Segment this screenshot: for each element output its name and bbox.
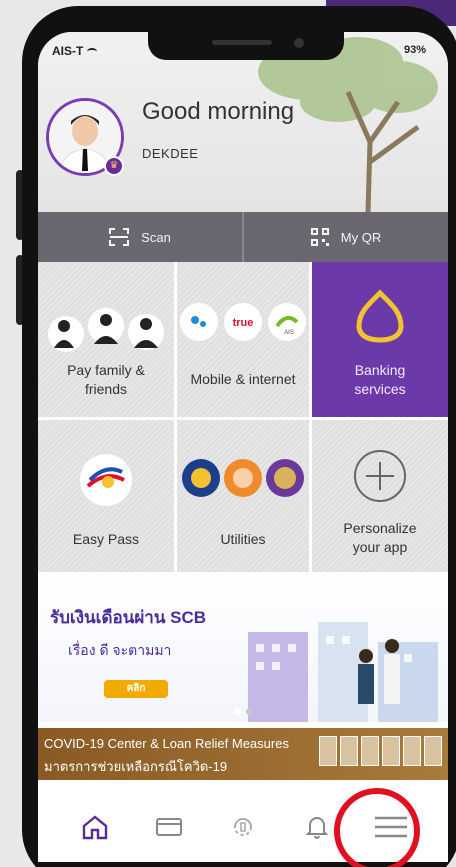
- tile-mobile-internet[interactable]: true AIS Mobile & internet: [177, 262, 309, 417]
- battery-label: 93%: [403, 44, 426, 56]
- nav-wallet[interactable]: [149, 807, 189, 847]
- tile-utilities[interactable]: Utilities: [177, 420, 309, 575]
- tile-label: Personalize your app: [343, 520, 417, 555]
- quick-action-bar: Scan My QR: [38, 212, 448, 262]
- tile-label: Easy Pass: [72, 531, 140, 547]
- scb-logo-icon: [312, 290, 448, 344]
- battery-indicator: 93%: [404, 44, 426, 56]
- rewards-icon: [234, 818, 252, 836]
- covid-banner[interactable]: COVID-19 Center & Loan Relief Measures ม…: [38, 728, 448, 780]
- tile-label: Pay family & friends: [67, 362, 145, 397]
- carousel-dot[interactable]: [246, 708, 253, 715]
- true-logo-text: true: [233, 317, 254, 329]
- tile-easy-pass[interactable]: Easy Pass: [38, 420, 174, 575]
- plus-circle-icon: [312, 448, 448, 504]
- promo-banner[interactable]: รับเงินเดือนผ่าน SCB เรื่อง ดี จะตามมา ค…: [38, 572, 448, 722]
- city-illustration-icon: [248, 622, 438, 722]
- service-grid: Pay family & friends true AIS Mobile & i…: [38, 262, 448, 575]
- qr-code-icon: [310, 228, 329, 246]
- tile-label: Banking services: [354, 362, 406, 397]
- tile-personalize-app[interactable]: Personalize your app: [312, 420, 448, 575]
- carousel-dots: [234, 708, 253, 715]
- scan-button[interactable]: Scan: [38, 212, 244, 262]
- utilities-logos-icon: [177, 456, 309, 500]
- covid-photos-icon: [319, 736, 442, 766]
- nav-rewards[interactable]: [223, 807, 263, 847]
- tile-label: Utilities: [220, 531, 266, 547]
- people-icon: [38, 304, 174, 354]
- ais-logo-text: AIS: [284, 330, 294, 336]
- tile-label: Mobile & internet: [190, 371, 296, 387]
- covid-banner-title: COVID-19 Center & Loan Relief Measures: [44, 736, 289, 751]
- nav-notifications[interactable]: [297, 807, 337, 847]
- my-qr-button[interactable]: My QR: [244, 212, 448, 262]
- banner-cta-button[interactable]: คลิก: [104, 680, 168, 698]
- tile-pay-family-friends[interactable]: Pay family & friends: [38, 262, 174, 417]
- menu-highlight-circle: [334, 788, 420, 867]
- scan-label: Scan: [141, 229, 171, 245]
- telecom-logos-icon: true AIS: [177, 302, 309, 342]
- screenshot-stage: AIS-T 93% ♛ Good morning DEKDEE Scan My …: [0, 0, 456, 867]
- nav-home[interactable]: [75, 807, 115, 847]
- home-icon: [82, 815, 108, 840]
- wifi-icon: [87, 48, 98, 55]
- my-qr-label: My QR: [340, 229, 382, 245]
- badge-icon: ♛: [104, 156, 124, 176]
- app-screen: AIS-T 93% ♛ Good morning DEKDEE Scan My …: [38, 32, 448, 862]
- carrier-label: AIS-T: [52, 44, 84, 58]
- banner-subtitle: เรื่อง ดี จะตามมา: [68, 642, 172, 658]
- scan-icon: [109, 228, 130, 246]
- covid-banner-subtitle: มาตรการช่วยเหลือกรณีโควิด-19: [44, 759, 228, 774]
- banner-title: รับเงินเดือนผ่าน SCB: [50, 608, 207, 627]
- phone-notch: [148, 32, 344, 60]
- tile-banking-services[interactable]: Banking services: [312, 262, 448, 417]
- bell-icon: [305, 817, 329, 839]
- wallet-icon: [156, 818, 182, 836]
- greeting-text: Good morning: [142, 98, 295, 125]
- carousel-dot[interactable]: [234, 708, 241, 715]
- status-bar: AIS-T: [52, 44, 98, 58]
- username-text: DEKDEE: [142, 146, 199, 161]
- easy-pass-icon: [38, 452, 174, 508]
